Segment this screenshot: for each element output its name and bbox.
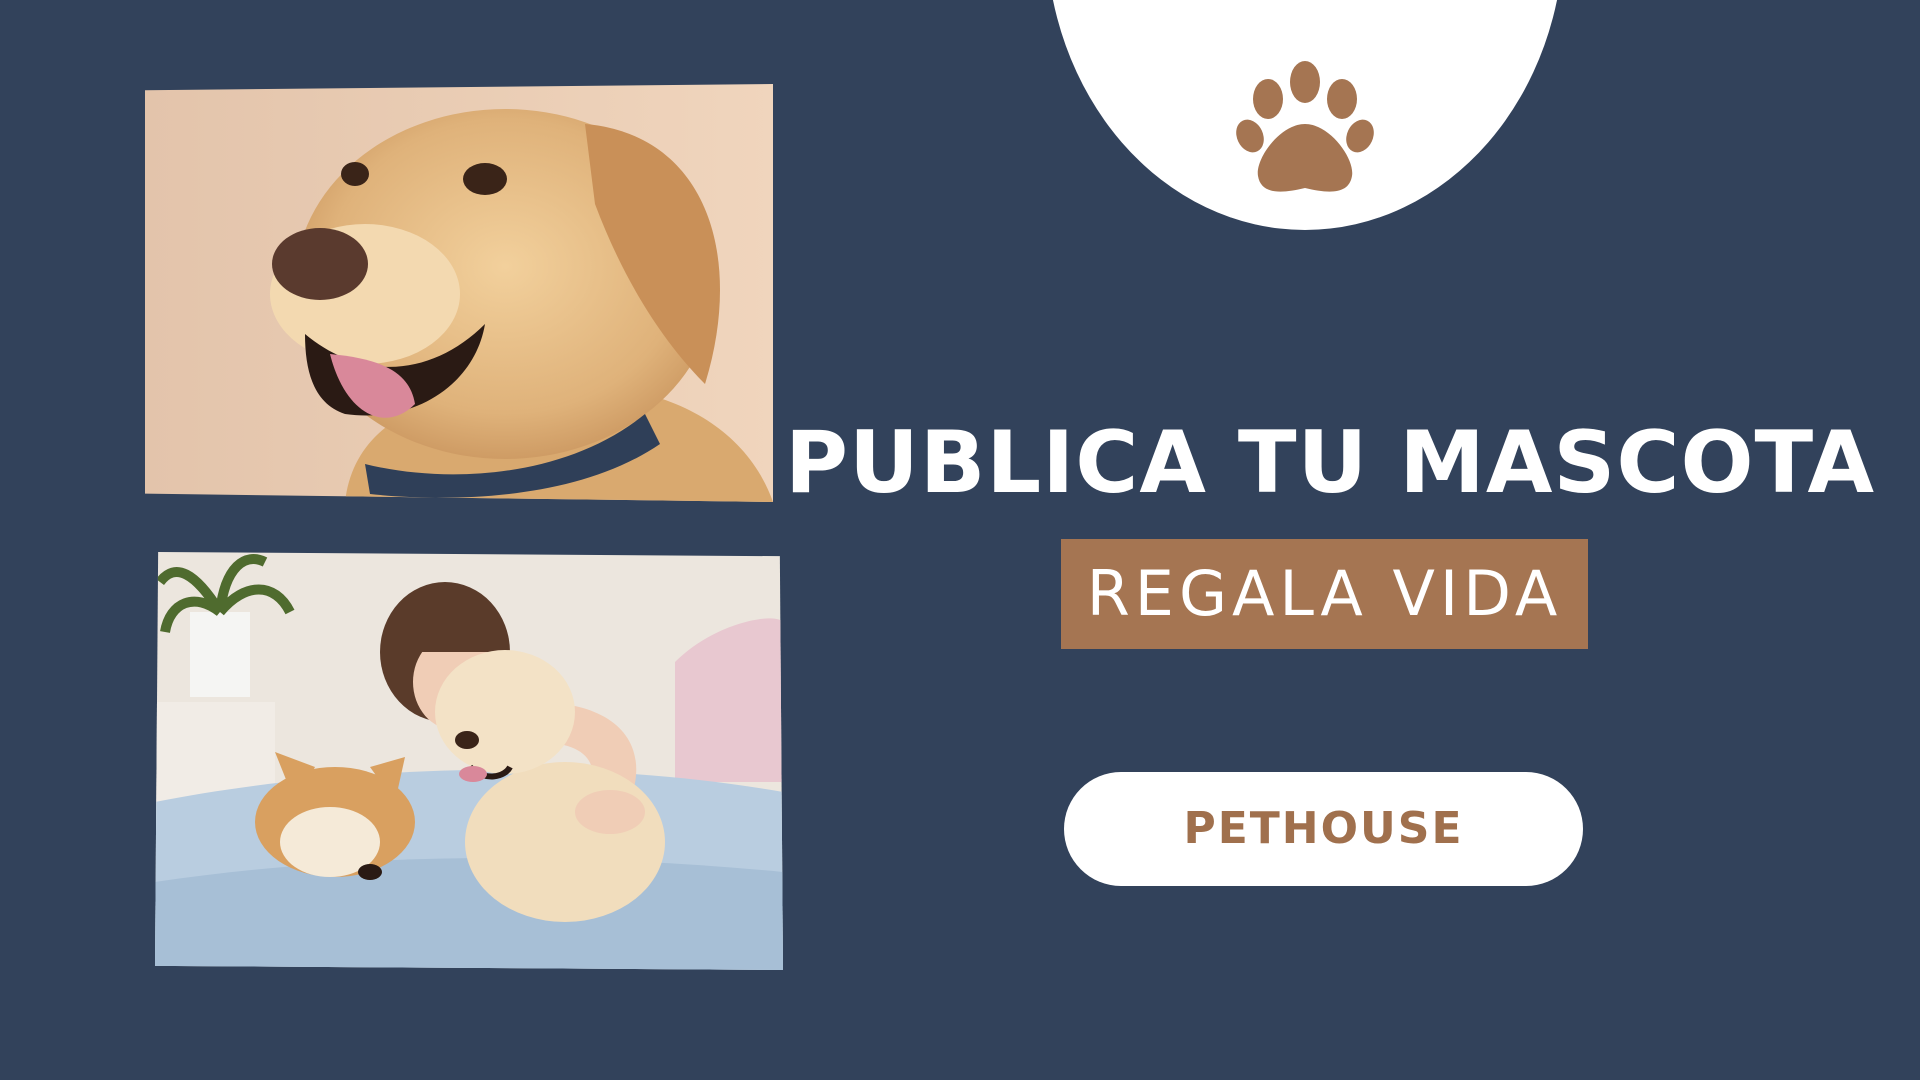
golden-retriever-photo	[145, 84, 773, 502]
woman-with-dogs-photo	[155, 552, 783, 970]
headline: PUBLICA TU MASCOTA	[785, 413, 1876, 513]
tagline-badge: REGALA VIDA	[1061, 539, 1588, 649]
pethouse-button[interactable]: PETHOUSE	[1064, 772, 1583, 886]
paw-badge	[1046, 0, 1564, 230]
paw-print-icon	[1236, 61, 1374, 192]
